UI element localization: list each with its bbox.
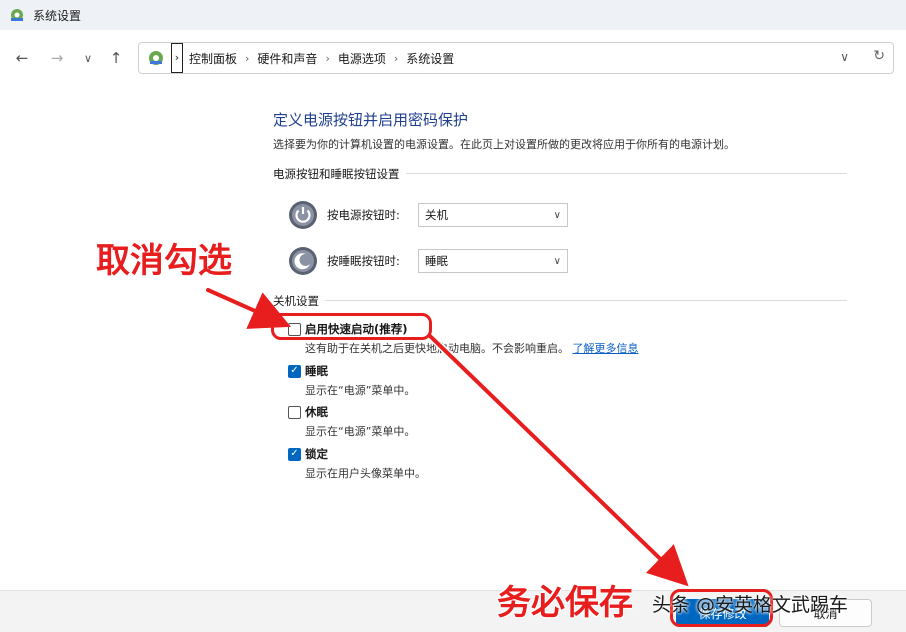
watermark-text: 头条 @安英格文武踢车 <box>652 594 849 616</box>
annotation-arrows <box>204 286 689 587</box>
save-annotation: 务必保存 <box>496 582 634 624</box>
fast-startup-highlight-ring <box>271 313 432 340</box>
uncheck-annotation: 取消勾选 <box>95 240 233 282</box>
system-settings-window: 系统设置 ← → ∨ ↑ › 控制面板 › 硬件和声音 › 电源选项 › 系统设… <box>0 0 906 632</box>
